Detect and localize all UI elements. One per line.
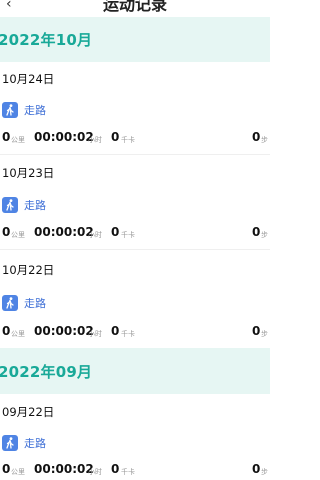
calories-value: 0 (111, 462, 120, 476)
duration-unit: 小时 (88, 468, 102, 476)
distance-unit: 公里 (11, 330, 25, 338)
calories-unit: 千卡 (121, 231, 135, 239)
month-header: 2022年10月 (0, 17, 270, 62)
calories-unit: 千卡 (121, 136, 135, 144)
record-item[interactable]: 10月24日 走路 0 公里 00:00:02 小时 0 千卡 0 步 (0, 62, 270, 154)
month-header: 2022年09月 (0, 348, 270, 394)
steps-value: 0 (252, 324, 261, 338)
duration-unit: 小时 (88, 136, 102, 144)
duration-value: 00:00:02 (34, 462, 94, 476)
record-date: 10月22日 (2, 263, 55, 277)
activity-label: 走路 (24, 297, 46, 310)
steps-unit: 步 (261, 330, 268, 338)
activity-label: 走路 (24, 104, 46, 117)
duration-value: 00:00:02 (34, 324, 94, 338)
month-label: 2022年09月 (0, 362, 93, 381)
distance-value: 0 (2, 225, 11, 239)
walking-person-icon (2, 102, 18, 118)
steps-value: 0 (252, 225, 261, 239)
walking-person-icon (2, 435, 18, 451)
steps-unit: 步 (261, 136, 268, 144)
distance-value: 0 (2, 130, 11, 144)
activity-label: 走路 (24, 199, 46, 212)
steps-unit: 步 (261, 231, 268, 239)
record-item[interactable]: 09月22日 走路 0 公里 00:00:02 小时 0 千卡 0 步 (0, 394, 270, 480)
month-label: 2022年10月 (0, 31, 93, 49)
walking-person-icon (2, 295, 18, 311)
distance-unit: 公里 (11, 136, 25, 144)
distance-value: 0 (2, 462, 11, 476)
distance-unit: 公里 (11, 231, 25, 239)
activity-row: 走路 (2, 435, 46, 451)
calories-value: 0 (111, 225, 120, 239)
duration-value: 00:00:02 (34, 130, 94, 144)
record-stats: 0 公里 00:00:02 小时 0 千卡 0 步 (0, 462, 270, 478)
record-stats: 0 公里 00:00:02 小时 0 千卡 0 步 (0, 130, 270, 146)
calories-value: 0 (111, 324, 120, 338)
steps-unit: 步 (261, 468, 268, 476)
activity-row: 走路 (2, 197, 46, 213)
steps-value: 0 (252, 130, 261, 144)
activity-row: 走路 (2, 295, 46, 311)
activity-row: 走路 (2, 102, 46, 118)
record-date: 09月22日 (2, 405, 55, 419)
page-title: 运动记录 (102, 0, 167, 14)
duration-unit: 小时 (88, 231, 102, 239)
distance-value: 0 (2, 324, 11, 338)
record-item[interactable]: 10月23日 走路 0 公里 00:00:02 小时 0 千卡 0 步 (0, 155, 270, 249)
record-stats: 0 公里 00:00:02 小时 0 千卡 0 步 (0, 225, 270, 241)
duration-value: 00:00:02 (34, 225, 94, 239)
steps-value: 0 (252, 462, 261, 476)
top-bar: ‹ 运动记录 (0, 0, 270, 16)
calories-value: 0 (111, 130, 120, 144)
activity-label: 走路 (24, 437, 46, 450)
distance-unit: 公里 (11, 468, 25, 476)
calories-unit: 千卡 (121, 468, 135, 476)
calories-unit: 千卡 (121, 330, 135, 338)
walking-person-icon (2, 197, 18, 213)
record-date: 10月23日 (2, 166, 55, 180)
duration-unit: 小时 (88, 330, 102, 338)
record-stats: 0 公里 00:00:02 小时 0 千卡 0 步 (0, 324, 270, 340)
record-date: 10月24日 (2, 72, 55, 86)
